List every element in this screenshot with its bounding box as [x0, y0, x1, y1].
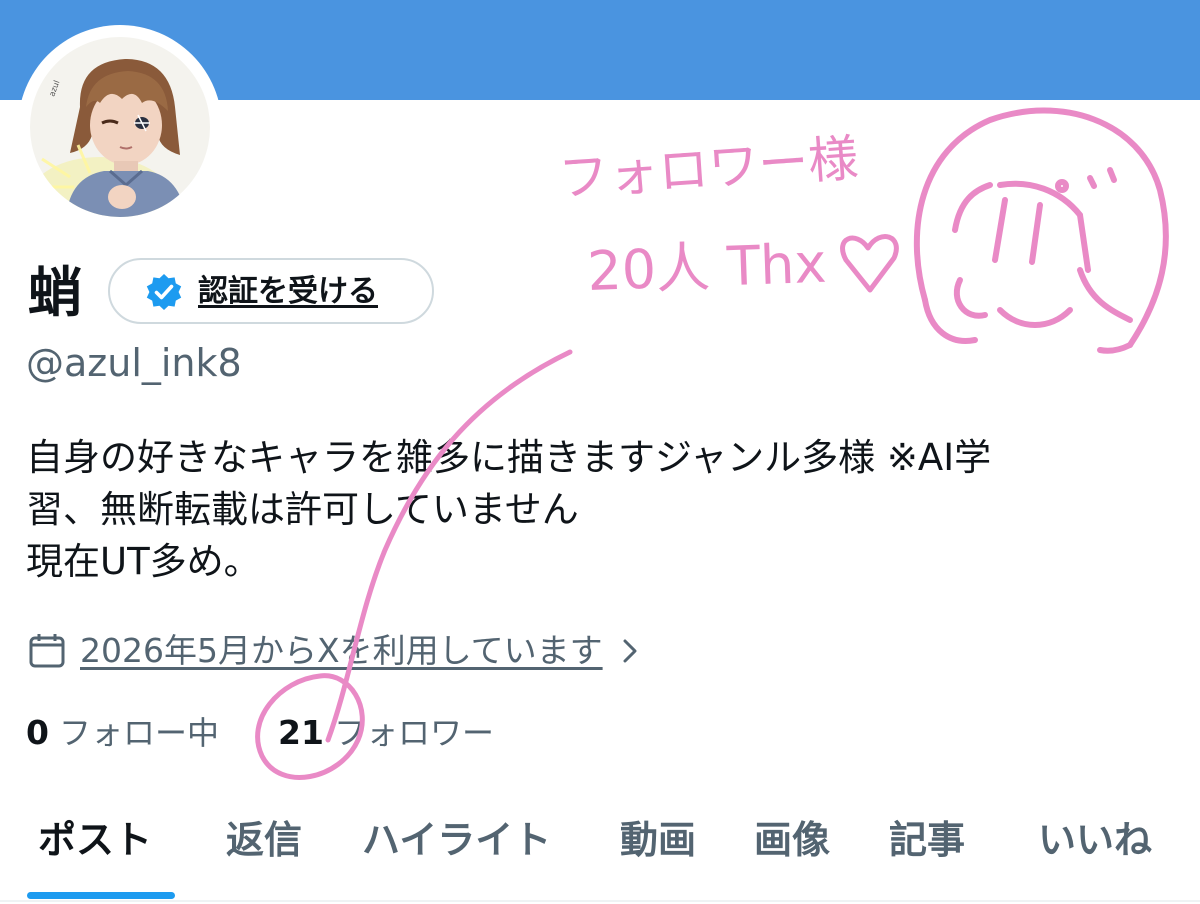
- tab-images[interactable]: 画像: [754, 810, 830, 870]
- bio-line: 習、無断転載は許可していません: [26, 488, 579, 531]
- tab-likes[interactable]: いいね: [1038, 810, 1152, 870]
- bio-line: 自身の好きなキャラを雑多に描きますジャンル多様 ※AI学: [26, 436, 992, 479]
- profile-bio: 自身の好きなキャラを雑多に描きますジャンル多様 ※AI学 習、無断転載は許可して…: [26, 432, 1166, 588]
- annotation-text-thanks: 20人 Thx: [586, 232, 827, 303]
- followers-label: フォロワー: [333, 714, 494, 752]
- profile-avatar[interactable]: azul: [18, 25, 222, 229]
- joined-date-link[interactable]: 2026年5月からXを利用しています: [28, 628, 645, 674]
- display-name: 蛸: [28, 261, 82, 324]
- following-stat[interactable]: 0 フォロー中: [26, 708, 219, 764]
- heart-icon: [840, 234, 899, 293]
- tab-highlights[interactable]: ハイライト: [362, 810, 551, 870]
- calendar-icon: [29, 634, 65, 668]
- get-verified-button[interactable]: 認証を受ける: [108, 258, 434, 324]
- annotation-text-followers: フォロワー様: [557, 129, 860, 208]
- avatar-illustration: azul: [30, 37, 210, 217]
- followers-stat[interactable]: 21 フォロワー: [278, 708, 494, 764]
- doodle-face: [913, 107, 1169, 354]
- following-count: 0: [26, 713, 49, 752]
- following-label: フォロー中: [58, 714, 219, 752]
- svg-text:azul: azul: [47, 79, 61, 97]
- tab-videos[interactable]: 動画: [620, 810, 696, 870]
- joined-date-text: 2026年5月からXを利用しています: [80, 631, 603, 670]
- tab-replies[interactable]: 返信: [226, 810, 302, 870]
- followers-count: 21: [278, 713, 324, 752]
- tab-posts[interactable]: ポスト: [38, 810, 152, 870]
- active-tab-indicator: [27, 892, 175, 899]
- tab-articles[interactable]: 記事: [889, 810, 965, 870]
- tabs-divider: [0, 900, 1200, 902]
- bio-line: 現在UT多め。: [26, 540, 261, 583]
- user-handle: @azul_ink8: [26, 341, 242, 385]
- get-verified-label: 認証を受ける: [198, 274, 378, 309]
- verified-badge-icon: [146, 274, 182, 310]
- chevron-right-icon: [623, 639, 637, 663]
- profile-tabs: ポスト 返信 ハイライト 動画 画像 記事 いいね: [0, 798, 1200, 904]
